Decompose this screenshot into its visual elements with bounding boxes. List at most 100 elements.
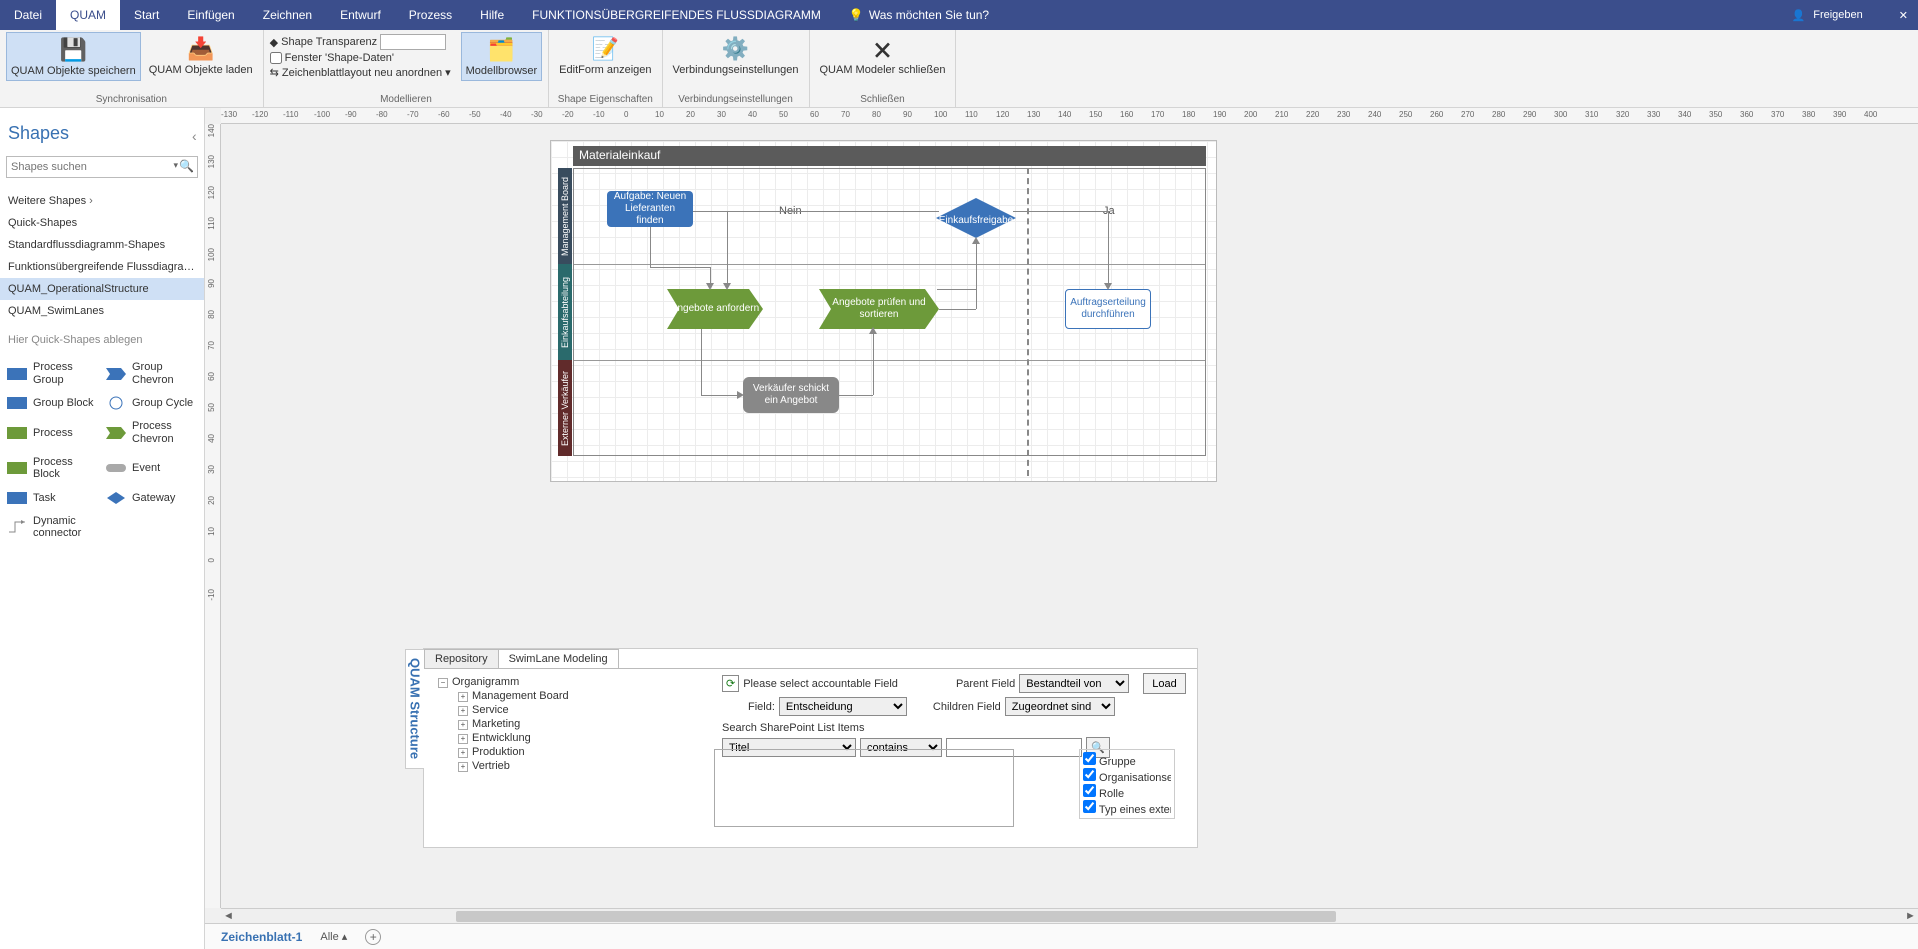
- output-node[interactable]: Auftragserteilung durchführen: [1065, 289, 1151, 329]
- type-filter-check[interactable]: [1083, 768, 1096, 781]
- shape-icon: [106, 396, 126, 410]
- parent-field-select[interactable]: Bestandteil von: [1019, 674, 1129, 693]
- tab-repository[interactable]: Repository: [424, 649, 499, 668]
- tab-swimlane-modeling[interactable]: SwimLane Modeling: [498, 649, 619, 668]
- shape-transp-input[interactable]: [380, 34, 446, 50]
- diagram-title[interactable]: Materialeinkauf: [573, 146, 1206, 166]
- tree-node[interactable]: +Entwicklung: [430, 731, 708, 745]
- shape-data-window-check[interactable]: [270, 52, 282, 64]
- search-icon[interactable]: 🔍: [179, 159, 194, 173]
- stencil-shape[interactable]: Group Cycle: [103, 393, 200, 413]
- tree-root[interactable]: Organigramm: [452, 676, 519, 688]
- stencil-shape[interactable]: Process: [4, 417, 101, 448]
- refresh-icon[interactable]: ⟳: [722, 675, 739, 692]
- chevron-node-1[interactable]: Angebote anfordern: [667, 289, 763, 329]
- share-button[interactable]: Freigeben: [1813, 9, 1863, 21]
- ruler-tick: -80: [376, 110, 388, 119]
- tree-expand-icon[interactable]: +: [458, 762, 468, 772]
- lane-header-0[interactable]: Management Board: [558, 168, 572, 264]
- tree-expand-icon[interactable]: +: [458, 706, 468, 716]
- stencil-category[interactable]: Weitere Shapes: [0, 190, 204, 212]
- tab-quam[interactable]: QUAM: [56, 0, 120, 30]
- tree-node[interactable]: +Management Board: [430, 689, 708, 703]
- tree-expand-icon[interactable]: +: [458, 734, 468, 744]
- stencil-shape[interactable]: Task: [4, 488, 101, 508]
- stencil-shape[interactable]: Process Chevron: [103, 417, 200, 448]
- type-filter-item[interactable]: Gruppe: [1083, 752, 1171, 768]
- page-tab-all[interactable]: Alle ▴: [320, 930, 347, 943]
- task-node[interactable]: Aufgabe: Neuen Lieferanten finden: [607, 191, 693, 227]
- tab-flowchart-tools[interactable]: FUNKTIONSÜBERGREIFENDES FLUSSDIAGRAMM: [518, 0, 835, 30]
- type-filter-check[interactable]: [1083, 800, 1096, 813]
- quam-structure-vtab[interactable]: QUAM Structure: [405, 649, 424, 769]
- modellbrowser-button[interactable]: 🗂️ Modellbrowser: [461, 32, 543, 81]
- stencil-shape[interactable]: Group Chevron: [103, 358, 200, 389]
- quam-save-button[interactable]: 💾 QUAM Objekte speichern: [6, 32, 141, 81]
- close-button[interactable]: ✕: [1899, 9, 1908, 22]
- arrow-icon: [972, 237, 980, 244]
- connector: [873, 331, 874, 395]
- org-tree[interactable]: −Organigramm +Management Board+Service+M…: [424, 669, 714, 847]
- stencil-category[interactable]: Quick-Shapes: [0, 212, 204, 234]
- tree-node[interactable]: +Service: [430, 703, 708, 717]
- tree-expand-icon[interactable]: +: [458, 692, 468, 702]
- stencil-shape[interactable]: Gateway: [103, 488, 200, 508]
- stencil-shape[interactable]: Process Block: [4, 453, 101, 484]
- close-modeler-button[interactable]: 🗙 QUAM Modeler schließen: [816, 32, 950, 79]
- ruler-tick: 320: [1616, 110, 1629, 119]
- gateway-node[interactable]: Einkaufsfreigabe: [951, 193, 1001, 243]
- tree-collapse-icon[interactable]: −: [438, 678, 448, 688]
- search-dropdown-icon[interactable]: ▾: [173, 160, 178, 171]
- stencil-shape[interactable]: Event: [103, 453, 200, 484]
- type-filter-item[interactable]: Rolle: [1083, 784, 1171, 800]
- horizontal-scrollbar[interactable]: ◄ ►: [221, 908, 1918, 923]
- type-filter-item[interactable]: Organisationseinhe: [1083, 768, 1171, 784]
- type-filter-item[interactable]: Typ eines externen: [1083, 800, 1171, 816]
- stencil-category[interactable]: QUAM_SwimLanes: [0, 300, 204, 322]
- tell-me[interactable]: Was möchten Sie tun?: [835, 0, 1003, 30]
- type-filter-check[interactable]: [1083, 784, 1096, 797]
- scroll-left-button[interactable]: ◄: [221, 910, 236, 922]
- field-select[interactable]: Entscheidung: [779, 697, 907, 716]
- add-page-button[interactable]: +: [365, 929, 381, 945]
- scroll-right-button[interactable]: ►: [1903, 910, 1918, 922]
- tab-einfuegen[interactable]: Einfügen: [173, 0, 248, 30]
- tree-expand-icon[interactable]: +: [458, 748, 468, 758]
- tab-datei[interactable]: Datei: [0, 0, 56, 30]
- search-results-box[interactable]: [714, 749, 1014, 827]
- ruler-tick: 50: [207, 403, 216, 412]
- tree-node[interactable]: +Produktion: [430, 745, 708, 759]
- shapes-search-input[interactable]: [6, 156, 198, 178]
- chevron-node-2[interactable]: Angebote prüfen und sortieren: [819, 289, 939, 329]
- tree-expand-icon[interactable]: +: [458, 720, 468, 730]
- tab-zeichnen[interactable]: Zeichnen: [249, 0, 326, 30]
- collapse-panel-button[interactable]: ‹: [192, 128, 197, 144]
- page-tab-1[interactable]: Zeichenblatt-1: [221, 930, 302, 944]
- stencil-shape[interactable]: Process Group: [4, 358, 101, 389]
- type-filter-check[interactable]: [1083, 752, 1096, 765]
- stencil-category[interactable]: QUAM_OperationalStructure: [0, 278, 204, 300]
- tree-node[interactable]: +Vertrieb: [430, 759, 708, 773]
- shape-label: Gateway: [132, 492, 175, 505]
- tab-entwurf[interactable]: Entwurf: [326, 0, 395, 30]
- connection-settings-button[interactable]: ⚙️ Verbindungseinstellungen: [669, 32, 803, 79]
- quam-load-button[interactable]: 📥 QUAM Objekte laden: [145, 32, 257, 79]
- grey-node[interactable]: Verkäufer schickt ein Angebot: [743, 377, 839, 413]
- lane-header-1[interactable]: Einkaufsabteilung: [558, 264, 572, 360]
- drawing-page[interactable]: Materialeinkauf Management Board Einkauf…: [551, 141, 1216, 481]
- tab-hilfe[interactable]: Hilfe: [466, 0, 518, 30]
- tab-start[interactable]: Start: [120, 0, 173, 30]
- stencil-category[interactable]: Standardflussdiagramm-Shapes: [0, 234, 204, 256]
- stencil-category[interactable]: Funktionsübergreifende Flussdiagramm-Sha…: [0, 256, 204, 278]
- editform-button[interactable]: 📝 EditForm anzeigen: [555, 32, 655, 79]
- relayout-button[interactable]: Zeichenblattlayout neu anordnen: [282, 67, 442, 79]
- scroll-thumb[interactable]: [456, 911, 1336, 922]
- stencil-shape[interactable]: Dynamic connector: [4, 512, 101, 543]
- stencil-shape[interactable]: Group Block: [4, 393, 101, 413]
- tab-prozess[interactable]: Prozess: [395, 0, 466, 30]
- tree-node[interactable]: +Marketing: [430, 717, 708, 731]
- children-field-select[interactable]: Zugeordnet sind: [1005, 697, 1115, 716]
- load-button[interactable]: Load: [1143, 673, 1185, 694]
- lane-header-2[interactable]: Externer Verkäufer: [558, 360, 572, 456]
- connector: [1108, 211, 1109, 285]
